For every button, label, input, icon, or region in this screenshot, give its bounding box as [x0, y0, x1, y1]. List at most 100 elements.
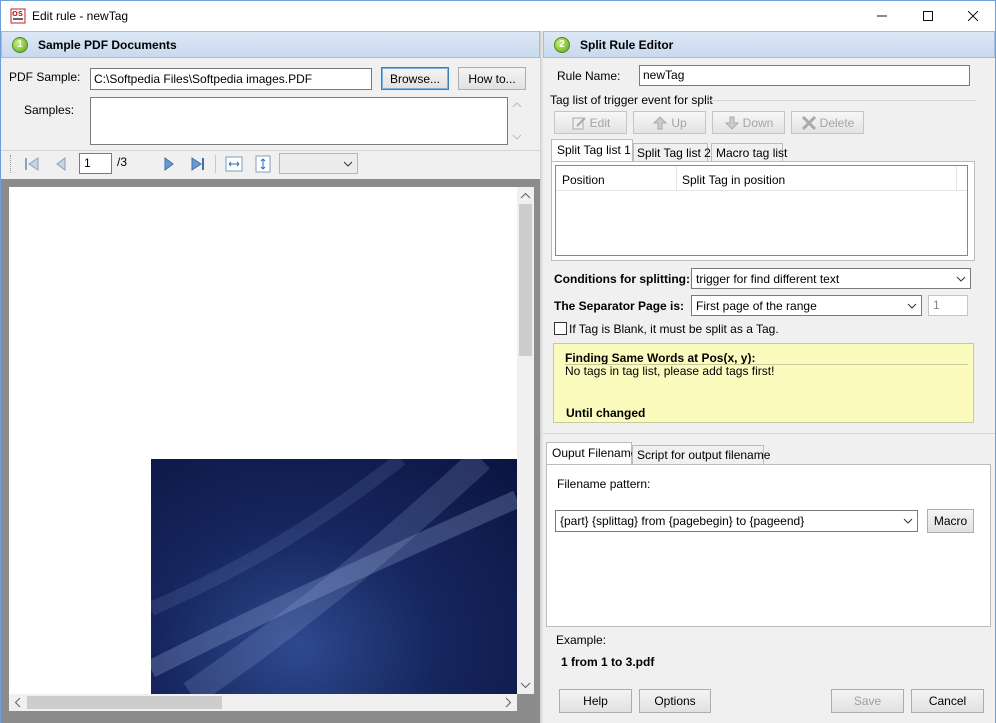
- first-page-icon: [25, 157, 39, 171]
- options-button[interactable]: Options: [639, 689, 711, 713]
- window-title: Edit rule - newTag: [32, 9, 129, 23]
- fit-width-button[interactable]: [225, 155, 243, 173]
- prev-page-icon: [56, 157, 66, 171]
- right-panel-title: Split Rule Editor: [580, 37, 674, 52]
- conditions-label: Conditions for splitting:: [554, 272, 690, 286]
- close-icon: [968, 11, 978, 21]
- move-up-label: Up: [671, 115, 687, 130]
- blank-tag-checkbox-label: If Tag is Blank, it must be split as a T…: [569, 322, 779, 336]
- toolbar-divider: [1, 150, 540, 151]
- tab-split-tag-list-2[interactable]: Split Tag list 2: [633, 143, 711, 161]
- maximize-button[interactable]: [905, 1, 951, 31]
- column-divider: [676, 166, 677, 191]
- tab-script-output-filename[interactable]: Script for output filename: [632, 445, 770, 464]
- filename-pattern-label: Filename pattern:: [557, 477, 651, 491]
- tag-list-tabs: Split Tag list 1 Split Tag list 2 Macro …: [551, 139, 975, 161]
- output-tabs: Ouput Filename Script for output filenam…: [546, 442, 991, 465]
- separator-number-input[interactable]: 1: [928, 295, 968, 316]
- tag-list-table[interactable]: Position Split Tag in position: [555, 165, 968, 256]
- toolbar-grip: [10, 155, 12, 173]
- how-to-button[interactable]: How to...: [458, 67, 526, 90]
- chevron-down-icon: [343, 161, 353, 167]
- close-button[interactable]: [950, 1, 996, 31]
- scroll-down-icon: [512, 134, 522, 140]
- section-divider: [543, 433, 995, 434]
- save-button[interactable]: Save: [831, 689, 904, 713]
- arrow-down-icon: [724, 116, 739, 130]
- first-page-button[interactable]: [23, 155, 41, 173]
- scroll-left-icon: [14, 697, 21, 708]
- toolbar-separator: [215, 155, 216, 173]
- help-button[interactable]: Help: [559, 689, 632, 713]
- cancel-button[interactable]: Cancel: [911, 689, 984, 713]
- fit-height-button[interactable]: [254, 155, 272, 173]
- info-box: Finding Same Words at Pos(x, y): No tags…: [553, 343, 974, 423]
- arrow-up-icon: [653, 115, 668, 129]
- pdf-page: [9, 187, 517, 694]
- pdf-horizontal-scrollbar[interactable]: [9, 694, 517, 711]
- separator-select[interactable]: First page of the range: [691, 295, 922, 316]
- right-panel-header: 2 Split Rule Editor: [543, 31, 995, 58]
- title-bar: OS Edit rule - newTag: [0, 0, 996, 31]
- column-header-split-tag[interactable]: Split Tag in position: [682, 173, 785, 187]
- rule-name-label: Rule Name:: [557, 69, 621, 83]
- tag-list-group-label: Tag list of trigger event for split: [550, 93, 713, 107]
- example-value: 1 from 1 to 3.pdf: [561, 655, 655, 669]
- info-title: Finding Same Words at Pos(x, y):: [565, 351, 756, 365]
- conditions-value: trigger for find different text: [696, 271, 840, 286]
- pdf-vertical-scroll-thumb[interactable]: [519, 204, 532, 356]
- separator-value: First page of the range: [696, 298, 817, 313]
- column-divider: [956, 166, 957, 191]
- left-panel-header: 1 Sample PDF Documents: [1, 31, 540, 58]
- browse-button[interactable]: Browse...: [381, 67, 449, 90]
- pdf-horizontal-scroll-thumb[interactable]: [27, 696, 222, 709]
- tab-split-tag-list-1[interactable]: Split Tag list 1: [551, 139, 633, 161]
- pdf-sample-label: PDF Sample:: [9, 70, 81, 84]
- step-2-icon: 2: [554, 36, 570, 53]
- fit-height-icon: [255, 155, 271, 173]
- macro-button[interactable]: Macro: [927, 509, 974, 533]
- next-page-button[interactable]: [160, 155, 178, 173]
- scroll-right-icon: [505, 697, 512, 708]
- group-line: [706, 100, 976, 101]
- info-footer: Until changed: [566, 406, 646, 420]
- filename-pattern-select[interactable]: {part} {splittag} from {pagebegin} to {p…: [555, 510, 918, 532]
- conditions-select[interactable]: trigger for find different text: [691, 268, 971, 289]
- blank-tag-checkbox[interactable]: [554, 322, 567, 335]
- pdf-vertical-scrollbar[interactable]: [517, 187, 534, 694]
- left-panel-title: Sample PDF Documents: [38, 37, 177, 52]
- scroll-up-icon: [512, 102, 522, 108]
- prev-page-button[interactable]: [52, 155, 70, 173]
- last-page-button[interactable]: [189, 155, 207, 173]
- column-header-position[interactable]: Position: [562, 173, 605, 187]
- chevron-down-icon: [907, 303, 917, 309]
- tab-output-filename[interactable]: Ouput Filename: [546, 442, 637, 465]
- samples-list[interactable]: [90, 97, 508, 145]
- page-number-input[interactable]: 1: [79, 153, 112, 174]
- table-header: Position Split Tag in position: [556, 166, 967, 191]
- move-up-button[interactable]: Up: [633, 111, 706, 134]
- samples-scrollbar[interactable]: [510, 97, 524, 145]
- rule-name-input[interactable]: newTag: [639, 65, 970, 86]
- chevron-down-icon: [903, 518, 913, 524]
- move-down-label: Down: [742, 115, 774, 130]
- pdf-sample-input[interactable]: C:\Softpedia Files\Softpedia images.PDF: [90, 68, 372, 90]
- step-1-icon: 1: [12, 36, 28, 53]
- maximize-icon: [923, 11, 933, 21]
- output-panel: Filename pattern: {part} {splittag} from…: [546, 464, 991, 627]
- delete-tag-button[interactable]: Delete: [791, 111, 864, 134]
- move-down-button[interactable]: Down: [712, 111, 785, 134]
- example-label: Example:: [556, 633, 607, 647]
- tab-macro-tag-list[interactable]: Macro tag list: [711, 143, 787, 161]
- panel-splitter[interactable]: [540, 31, 543, 723]
- delete-tag-label: Delete: [819, 115, 855, 130]
- delete-icon: [801, 115, 816, 130]
- minimize-icon: [877, 15, 887, 17]
- chevron-down-icon: [956, 276, 966, 282]
- edit-tag-button[interactable]: Edit: [554, 111, 627, 134]
- minimize-button[interactable]: [859, 1, 905, 31]
- scroll-up-icon: [520, 192, 531, 199]
- app-logo-icon: OS: [10, 8, 26, 24]
- page-total: /3: [117, 155, 128, 169]
- zoom-select[interactable]: [279, 153, 358, 174]
